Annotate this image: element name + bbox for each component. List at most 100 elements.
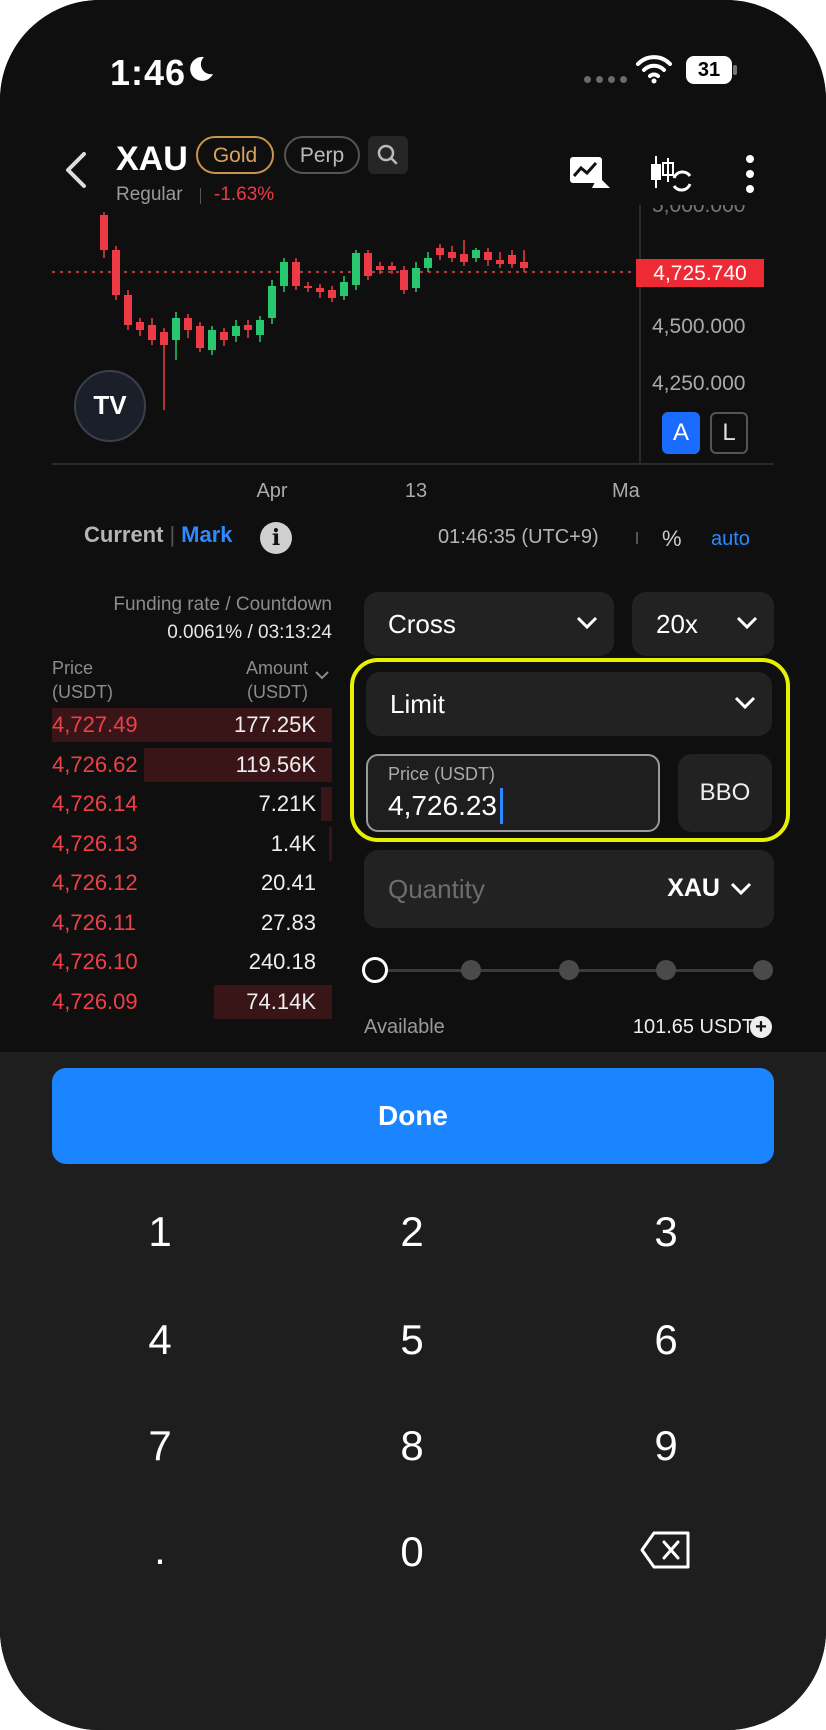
- margin-mode-label: Cross: [388, 609, 456, 639]
- candle-body: [436, 248, 444, 255]
- candle-body: [244, 325, 252, 330]
- ask-price: 4,726.09: [52, 988, 138, 1014]
- backspace-icon[interactable]: [640, 1530, 692, 1570]
- highlight-outline: [350, 658, 790, 842]
- candle-swap-icon[interactable]: [646, 154, 692, 194]
- y-tick-top: 5,000.000: [652, 205, 745, 217]
- chevron-down-icon[interactable]: [730, 882, 752, 896]
- candle-body: [472, 250, 480, 258]
- key-8[interactable]: 8: [312, 1406, 512, 1486]
- ask-amount: 119.56K: [235, 751, 316, 777]
- wifi-icon: [636, 55, 672, 84]
- y-tick-4500: 4,500.000: [652, 315, 745, 338]
- key-7[interactable]: 7: [60, 1406, 260, 1486]
- slider-step[interactable]: [461, 960, 481, 980]
- search-button[interactable]: [368, 136, 408, 174]
- auto-toggle[interactable]: auto: [711, 528, 750, 551]
- symbol-name[interactable]: XAU: [116, 140, 188, 179]
- orderbook-amount-header[interactable]: Amount (USDT): [236, 656, 308, 704]
- orderbook-row[interactable]: 4,726.12 20.41: [52, 864, 332, 900]
- add-funds-icon[interactable]: +: [750, 1016, 772, 1038]
- search-icon: [377, 144, 398, 165]
- funding-label: Funding rate / Countdown: [113, 594, 332, 615]
- available-label: Available: [364, 1016, 445, 1038]
- divider: [200, 188, 201, 204]
- candle-body: [100, 215, 108, 250]
- battery-icon: 31: [686, 56, 738, 84]
- more-icon[interactable]: [740, 154, 760, 194]
- key-3[interactable]: 3: [566, 1192, 766, 1272]
- candle-body: [124, 295, 132, 325]
- chevron-down-icon[interactable]: [314, 670, 330, 680]
- key-4[interactable]: 4: [60, 1300, 260, 1380]
- chevron-down-icon: [736, 616, 758, 630]
- candle-body: [280, 262, 288, 286]
- candle-body: [292, 262, 300, 286]
- candlestick-chart[interactable]: 4,725.740 5,000.000 4,500.000 4,250.000 …: [0, 205, 826, 505]
- candle-body: [160, 332, 168, 345]
- quantity-unit-dropdown[interactable]: XAU: [667, 874, 720, 903]
- orderbook-row[interactable]: 4,727.49 177.25K: [52, 706, 332, 742]
- quantity-placeholder: Quantity: [388, 874, 485, 904]
- candle-body: [520, 262, 528, 268]
- candles: [100, 212, 528, 410]
- key-2[interactable]: 2: [312, 1192, 512, 1272]
- candle-body: [136, 322, 144, 330]
- slider-thumb[interactable]: [362, 957, 388, 983]
- candle-body: [256, 320, 264, 335]
- back-icon[interactable]: [62, 150, 90, 190]
- margin-mode-dropdown[interactable]: Cross: [364, 592, 614, 656]
- candle-body: [184, 318, 192, 330]
- available-balance: 101.65 USDT: [632, 1016, 754, 1038]
- funding-value: 0.0061% / 03:13:24: [167, 622, 332, 643]
- chart-settings-icon[interactable]: [568, 154, 612, 190]
- key-0[interactable]: 0: [312, 1512, 512, 1592]
- auto-scale-button[interactable]: A: [662, 412, 700, 454]
- orderbook-row[interactable]: 4,726.09 74.14K: [52, 983, 332, 1019]
- orderbook-row[interactable]: 4,726.11 27.83: [52, 904, 332, 940]
- ask-price: 4,726.14: [52, 791, 138, 816]
- key-9[interactable]: 9: [566, 1406, 766, 1486]
- symbol-header: XAU Gold Perp Regular -1.63%: [0, 120, 826, 210]
- key-6[interactable]: 6: [566, 1300, 766, 1380]
- candle-body: [148, 325, 156, 340]
- key-1[interactable]: 1: [60, 1192, 260, 1272]
- quantity-input[interactable]: Quantity XAU: [364, 850, 774, 928]
- candle-body: [484, 252, 492, 260]
- candle-body: [352, 253, 360, 285]
- orderbook-row[interactable]: 4,726.10 240.18: [52, 943, 332, 979]
- candle-body: [448, 252, 456, 258]
- ask-price: 4,726.10: [52, 949, 138, 974]
- ask-price: 4,726.62: [52, 751, 138, 777]
- slider-step[interactable]: [656, 960, 676, 980]
- info-icon[interactable]: i: [260, 522, 292, 554]
- leverage-dropdown[interactable]: 20x: [632, 592, 774, 656]
- done-button[interactable]: Done: [52, 1068, 774, 1164]
- percent-toggle[interactable]: %: [662, 526, 682, 552]
- orderbook-row[interactable]: 4,726.13 1.4K: [52, 825, 332, 861]
- depth-bar: [320, 787, 332, 821]
- tradingview-logo[interactable]: TV: [74, 370, 146, 442]
- ask-amount: 74.14K: [246, 988, 316, 1014]
- session-label: Regular: [116, 184, 183, 205]
- key-5[interactable]: 5: [312, 1300, 512, 1380]
- key-decimal[interactable]: .: [60, 1510, 260, 1590]
- candle-body: [460, 254, 468, 262]
- candle-body: [220, 332, 228, 340]
- ask-amount: 240.18: [248, 949, 316, 974]
- signal-icon: [584, 76, 627, 83]
- ask-price: 4,726.11: [52, 909, 137, 935]
- slider-step[interactable]: [559, 960, 579, 980]
- log-scale-button[interactable]: L: [710, 412, 748, 454]
- screen: 1:46 31 XAU Gold Perp Regular -1.63% 4,7…: [0, 0, 826, 1730]
- perp-tag: Perp: [284, 136, 360, 174]
- candle-body: [208, 330, 216, 350]
- slider-step[interactable]: [753, 960, 773, 980]
- mark-option[interactable]: Mark: [181, 522, 232, 547]
- x-tick-13: 13: [405, 480, 427, 502]
- price-source-toggle[interactable]: Current | Mark: [84, 522, 233, 548]
- orderbook-row[interactable]: 4,726.62 119.56K: [52, 746, 332, 782]
- price-change: -1.63%: [214, 184, 275, 205]
- orderbook-row[interactable]: 4,726.14 7.21K: [52, 785, 332, 821]
- current-option[interactable]: Current: [84, 522, 163, 547]
